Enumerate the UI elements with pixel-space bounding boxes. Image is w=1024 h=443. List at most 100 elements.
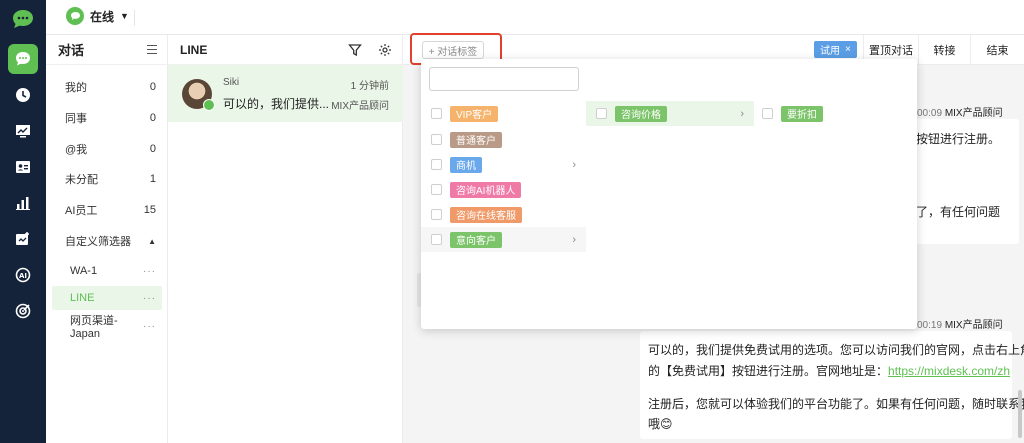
gear-icon[interactable] (378, 43, 392, 57)
tag-checkbox[interactable] (762, 108, 773, 119)
chevron-right-icon: › (572, 233, 576, 246)
tag-label: 咨询AI机器人 (450, 181, 522, 198)
nav-item-unassigned[interactable]: 未分配 1 (46, 167, 168, 191)
rail-history-icon[interactable] (8, 80, 38, 110)
tag-search-input[interactable] (429, 67, 579, 91)
nav-item-ai-staff[interactable]: AI员工 15 (46, 198, 168, 222)
tag-option-opportunity[interactable]: 商机 › (421, 152, 586, 177)
tag-option-regular[interactable]: 普通客户 (421, 127, 586, 152)
nav-item-colleagues[interactable]: 同事 0 (46, 106, 168, 130)
chat-preview: 可以的，我们提供... (223, 97, 330, 111)
message-agent: MIX产品顾问 (944, 108, 1003, 119)
tag-label: 咨询在线客服 (450, 206, 522, 223)
chevron-right-icon: › (572, 158, 576, 171)
chat-agent-name: MIX产品顾问 (331, 101, 389, 112)
rail-tickets-icon[interactable] (8, 224, 38, 254)
tag-option-price-inquiry[interactable]: 咨询价格 › (586, 101, 754, 126)
message-text: 注册后，您就可以体验我们的平台功能了。如果有任何问题，随时联系我 (648, 397, 1024, 411)
filter-icon[interactable] (348, 43, 362, 57)
conversation-nav-title: 对话 (58, 43, 85, 58)
tag-option-intent-customer[interactable]: 意向客户 › (421, 227, 586, 252)
filter-item-wa1[interactable]: WA-1 ··· (52, 259, 162, 283)
chat-timestamp: 1 分钟前 (350, 81, 389, 92)
chat-list-item[interactable]: Siki 1 分钟前 可以的，我们提供... MIX产品顾问 (168, 65, 403, 122)
nav-item-mentions[interactable]: @我 0 (46, 137, 168, 161)
tag-label: 商机 (450, 156, 482, 173)
more-options-icon[interactable]: ··· (143, 321, 156, 332)
rail-contacts-icon[interactable] (8, 152, 38, 182)
custom-filters-header[interactable]: 自定义筛选器 ▲ (46, 229, 168, 253)
tag-checkbox[interactable] (431, 108, 442, 119)
nav-item-label: AI员工 (65, 205, 98, 217)
rail-monitor-icon[interactable] (8, 116, 38, 146)
rail-target-icon[interactable] (8, 296, 38, 326)
online-status-selector[interactable]: 在线 ▼ (66, 7, 129, 25)
nav-item-label: @我 (65, 144, 88, 156)
nav-item-label: 同事 (65, 113, 87, 125)
message-time: 00:09 (917, 108, 943, 119)
more-options-icon[interactable]: ··· (143, 266, 156, 277)
tag-label: 咨询价格 (615, 105, 667, 122)
message-meta: 00:09 MIX产品顾问 (917, 104, 1003, 119)
tag-option-discount[interactable]: 要折扣 (754, 101, 874, 126)
top-header: 在线 ▼ (46, 0, 1024, 35)
message-time: 00:19 (917, 320, 943, 331)
tag-checkbox[interactable] (431, 184, 442, 195)
tag-option-online-service[interactable]: 咨询在线客服 (421, 202, 586, 227)
tag-checkbox[interactable] (431, 209, 442, 220)
header-divider (134, 10, 135, 26)
conversation-nav: 对话 我的 0 同事 0 @我 0 未分配 1 AI员工 15 自定义筛选器 ▲… (46, 35, 168, 443)
rail-chat-icon[interactable] (8, 44, 38, 74)
add-conversation-tag-button[interactable]: + 对话标签 (422, 41, 484, 59)
filter-item-label: 网页渠道-Japan (70, 315, 118, 340)
message-text: 了，有任何问题 (916, 205, 1001, 219)
collapse-menu-icon[interactable] (147, 45, 157, 54)
filter-item-line[interactable]: LINE ··· (52, 286, 162, 310)
chat-list-header: LINE (168, 35, 402, 65)
filter-item-label: WA-1 (70, 265, 98, 277)
chat-bubble-icon (66, 7, 84, 25)
nav-item-mine[interactable]: 我的 0 (46, 75, 168, 99)
tag-checkbox[interactable] (431, 134, 442, 145)
app-logo-icon (13, 10, 33, 28)
rail-ai-icon[interactable]: AI (8, 260, 38, 290)
custom-filters-title: 自定义筛选器 (65, 236, 131, 248)
end-conversation-button[interactable]: 结束 (970, 35, 1024, 65)
trial-tag-chip[interactable]: 试用 × (814, 41, 857, 58)
conversation-nav-header: 对话 (46, 35, 167, 65)
transfer-button[interactable]: 转接 (918, 35, 970, 65)
message-text: 可以的，我们提供免费试用的选项。您可以访问我们的官网，点击右上角 (648, 343, 1024, 357)
online-status-label: 在线 (90, 9, 115, 24)
tag-checkbox[interactable] (431, 234, 442, 245)
message-text: 的【免费试用】按钮进行注册。官网地址是：https://mixdesk.com/… (648, 364, 1011, 378)
svg-text:AI: AI (19, 272, 27, 280)
filter-item-web-japan[interactable]: 网页渠道-Japan ··· (52, 314, 162, 340)
message-scrollbar[interactable] (1018, 390, 1022, 438)
filter-item-label: LINE (70, 292, 95, 304)
tag-checkbox[interactable] (431, 159, 442, 170)
agent-message-bubble: 可以的，我们提供免费试用的选项。您可以访问我们的官网，点击右上角 的【免费试用】… (640, 331, 1024, 439)
tag-checkbox[interactable] (596, 108, 607, 119)
tag-selector-dropdown: VIP客户 普通客户 商机 › 咨询AI机器人 咨询在线客服 意向客户 › 咨询… (421, 59, 917, 329)
tag-option-ai-bot[interactable]: 咨询AI机器人 (421, 177, 586, 202)
rail-stats-icon[interactable] (8, 188, 38, 218)
tag-label: 意向客户 (450, 231, 502, 248)
chevron-up-icon: ▲ (148, 236, 156, 246)
tag-label: 普通客户 (450, 131, 502, 148)
nav-item-count: 0 (149, 112, 156, 124)
chat-list-title: LINE (180, 42, 208, 57)
caret-down-icon: ▼ (120, 11, 129, 21)
close-icon[interactable]: × (845, 44, 851, 55)
nav-item-count: 15 (143, 204, 156, 216)
tag-option-vip[interactable]: VIP客户 (421, 101, 586, 126)
message-meta: 00:19 MIX产品顾问 (917, 316, 1003, 331)
chevron-right-icon: › (740, 107, 744, 120)
avatar (182, 79, 215, 111)
more-options-icon[interactable]: ··· (143, 293, 156, 304)
nav-item-count: 1 (149, 173, 156, 185)
tag-label: 要折扣 (781, 105, 823, 122)
tag-label: VIP客户 (450, 105, 499, 122)
line-channel-icon (203, 99, 215, 111)
agent-message-bubble: 按钮进行注册。 了，有任何问题 (903, 119, 1019, 244)
website-link[interactable]: https://mixdesk.com/zh (888, 364, 1010, 378)
